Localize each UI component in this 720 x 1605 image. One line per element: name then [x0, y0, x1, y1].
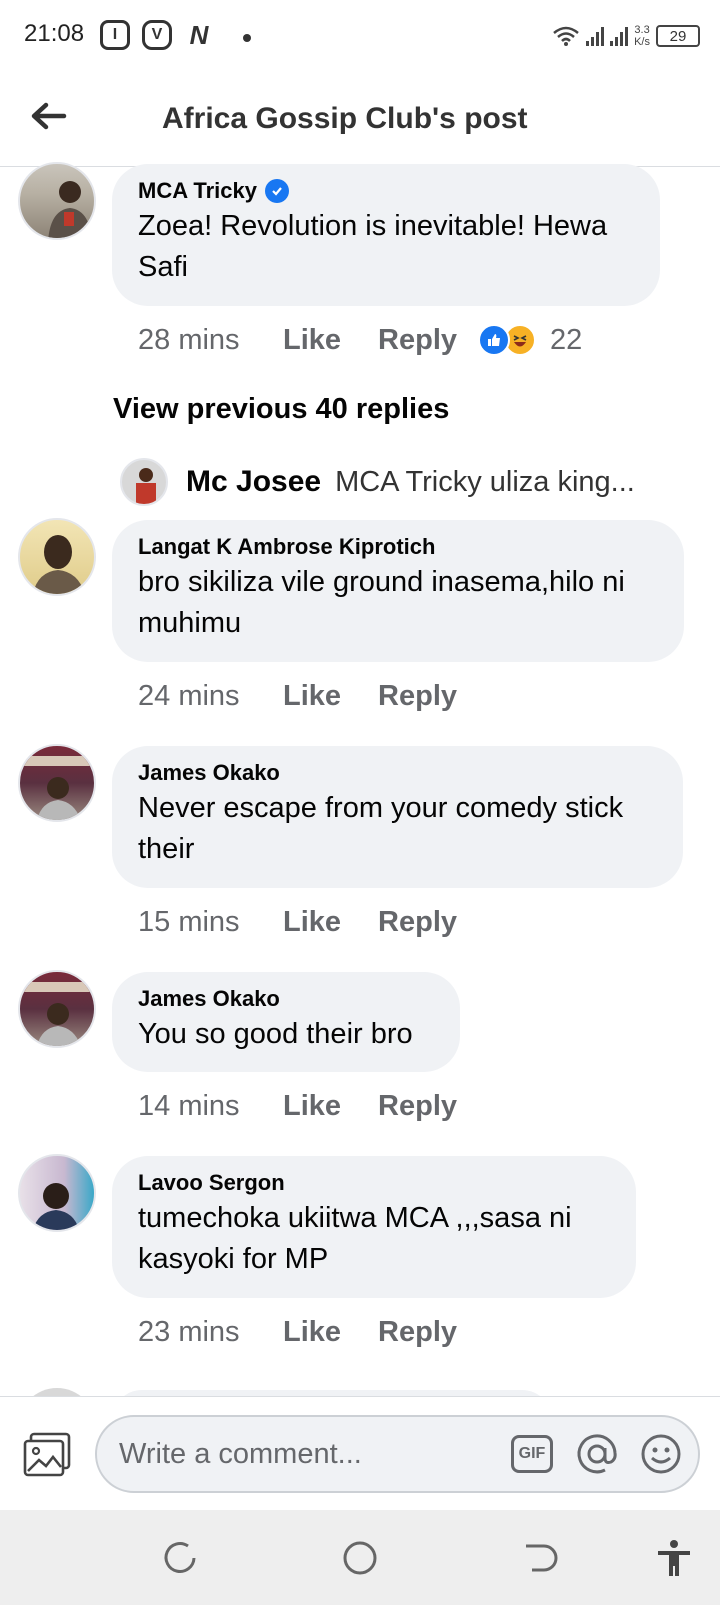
comment-bubble[interactable]: James Okako Never escape from your comed… [112, 746, 683, 888]
avatar-photo [20, 982, 94, 1046]
comment-actions: 28 mins Like Reply 22 [138, 320, 582, 360]
page-title: Africa Gossip Club's post [162, 102, 528, 135]
app-notification-icon: I [100, 20, 130, 50]
comment-actions: 23 mins Like Reply [138, 1312, 494, 1352]
avatar[interactable] [18, 518, 96, 596]
reply-preview-text: MCA Tricky uliza king... [335, 465, 635, 498]
signal-icon [610, 26, 629, 46]
status-time: 21:08 [24, 20, 85, 47]
like-button[interactable]: Like [283, 680, 341, 713]
recents-icon[interactable] [158, 1536, 202, 1580]
avatar-photo [32, 1183, 80, 1230]
comment-author[interactable]: Langat K Ambrose Kiprotich [138, 534, 658, 560]
at-mention-icon[interactable] [575, 1432, 619, 1476]
comment-time[interactable]: 28 mins [138, 324, 283, 357]
like-button[interactable]: Like [283, 1316, 341, 1349]
comment-author[interactable]: James Okako [138, 986, 434, 1012]
comment-actions: 14 mins Like Reply [138, 1086, 494, 1126]
notification-dot [243, 34, 251, 42]
avatar-photo [48, 181, 92, 238]
photo-icon[interactable] [22, 1431, 74, 1479]
signal-icon [586, 26, 605, 46]
avatar[interactable] [18, 162, 96, 240]
reaction-count: 22 [550, 323, 583, 356]
comment-time[interactable]: 15 mins [138, 906, 283, 939]
comment-input[interactable] [119, 1417, 479, 1491]
comment-author[interactable]: MCA Tricky [138, 178, 634, 204]
avatar-photo [20, 756, 94, 820]
system-nav-bar [0, 1510, 720, 1605]
comment-bubble[interactable]: Langat K Ambrose Kiprotich bro sikiliza … [112, 520, 684, 662]
comment-author[interactable]: Lavoo Sergon [138, 1170, 610, 1196]
back-nav-icon[interactable] [518, 1536, 562, 1580]
network-speed: 3.3 K/s [634, 24, 650, 48]
comment-text: tumechoka ukiitwa MCA ,,,sasa ni kasyoki… [138, 1202, 572, 1275]
comment-bubble[interactable]: Lavoo Sergon tumechoka ukiitwa MCA ,,,sa… [112, 1156, 636, 1298]
comment-bubble[interactable]: MCA Tricky Zoea! Revolution is inevitabl… [112, 164, 660, 306]
avatar[interactable] [18, 1154, 96, 1232]
comment-input-field[interactable]: GIF [95, 1415, 700, 1493]
accessibility-icon[interactable] [652, 1536, 696, 1580]
avatar-photo [32, 535, 85, 594]
verified-badge-icon [265, 179, 290, 203]
avatar[interactable] [18, 744, 96, 822]
reply-preview[interactable]: Mc Josee MCA Tricky uliza king... [120, 456, 635, 508]
reply-button[interactable]: Reply [378, 680, 457, 713]
wifi-icon [553, 26, 579, 46]
comment-author[interactable]: James Okako [138, 760, 657, 786]
avatar [120, 458, 168, 506]
home-icon[interactable] [338, 1536, 382, 1580]
reply-button[interactable]: Reply [378, 1316, 457, 1349]
gif-icon[interactable]: GIF [511, 1435, 553, 1473]
emoji-icon[interactable] [639, 1432, 683, 1476]
comment-bubble[interactable]: James Okako You so good their bro [112, 972, 460, 1072]
status-indicators: 3.3 K/s 29 [552, 20, 700, 52]
comment-time[interactable]: 24 mins [138, 680, 283, 713]
back-arrow-icon[interactable] [26, 94, 70, 138]
comment-actions: 15 mins Like Reply [138, 902, 494, 942]
like-button[interactable]: Like [283, 906, 341, 939]
avatar[interactable] [18, 970, 96, 1048]
reply-button[interactable]: Reply [378, 906, 457, 939]
like-button[interactable]: Like [283, 1090, 341, 1123]
comment-text: Zoea! Revolution is inevitable! Hewa Saf… [138, 210, 608, 283]
reaction-summary[interactable]: 22 [478, 324, 582, 357]
battery-icon: 29 [656, 25, 700, 47]
comment-text: bro sikiliza vile ground inasema,hilo ni… [138, 566, 625, 639]
view-previous-replies-link[interactable]: View previous 40 replies [113, 393, 449, 426]
app-header: Africa Gossip Club's post [0, 72, 720, 167]
reply-button[interactable]: Reply [378, 324, 457, 357]
comment-text: You so good their bro [138, 1018, 413, 1050]
app-notification-icon: V [142, 20, 172, 50]
like-button[interactable]: Like [283, 324, 341, 357]
comment-actions: 24 mins Like Reply [138, 676, 494, 716]
comment-time[interactable]: 14 mins [138, 1090, 283, 1123]
comment-composer: GIF [0, 1396, 720, 1510]
like-reaction-icon [478, 324, 511, 356]
reply-button[interactable]: Reply [378, 1090, 457, 1123]
comment-time[interactable]: 23 mins [138, 1316, 283, 1349]
status-bar: 21:08 I V N 3.3 K/s 29 [0, 0, 720, 72]
reply-preview-author: Mc Josee [186, 465, 322, 498]
app-notification-icon: N [189, 19, 209, 50]
comment-text: Never escape from your comedy stick thei… [138, 792, 624, 865]
